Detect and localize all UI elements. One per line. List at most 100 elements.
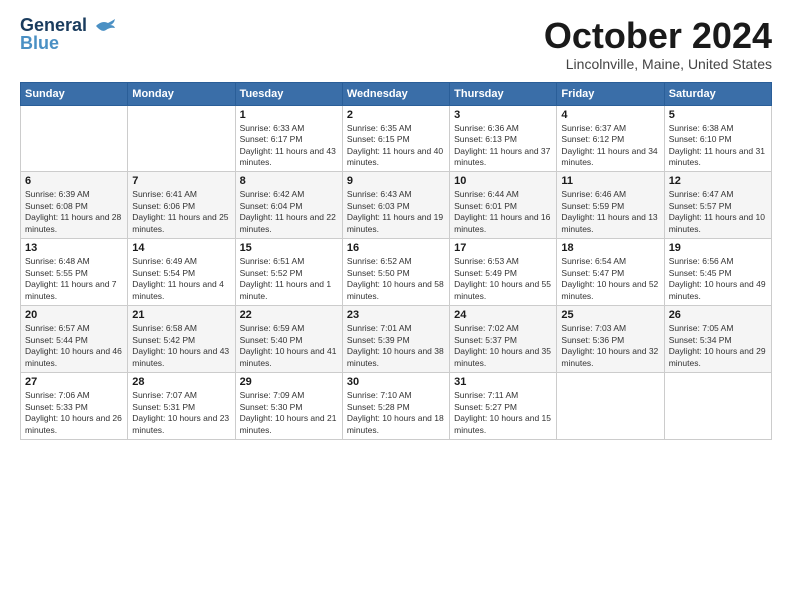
- calendar-body: 1Sunrise: 6:33 AM Sunset: 6:17 PM Daylig…: [21, 105, 772, 439]
- weekday-header-sunday: Sunday: [21, 82, 128, 105]
- calendar-cell: 20Sunrise: 6:57 AM Sunset: 5:44 PM Dayli…: [21, 306, 128, 373]
- day-number: 29: [240, 376, 338, 388]
- day-info: Sunrise: 6:49 AM Sunset: 5:54 PM Dayligh…: [132, 256, 230, 302]
- calendar-cell: 6 Sunrise: 6:39 AM Sunset: 6:08 PM Daylig…: [21, 172, 128, 239]
- weekday-header-tuesday: Tuesday: [235, 82, 342, 105]
- day-info: Sunrise: 6:44 AM Sunset: 6:01 PM Dayligh…: [454, 189, 552, 235]
- calendar-cell: 15 Sunrise: 6:51 AM Sunset: 5:52 PM Dayli…: [235, 239, 342, 306]
- week-row-2: 6 Sunrise: 6:39 AM Sunset: 6:08 PM Daylig…: [21, 172, 772, 239]
- day-number: 18: [561, 242, 659, 254]
- weekday-header-friday: Friday: [557, 82, 664, 105]
- day-info: Sunrise: 6:58 AM Sunset: 5:42 PM Dayligh…: [132, 323, 230, 369]
- calendar-cell: 4 Sunrise: 6:37 AM Sunset: 6:12 PM Daylig…: [557, 105, 664, 172]
- calendar-cell: 17 Sunrise: 6:53 AM Sunset: 5:49 PM Dayli…: [450, 239, 557, 306]
- day-number: 13: [25, 242, 123, 254]
- day-info: Sunrise: 7:11 AM Sunset: 5:27 PM Dayligh…: [454, 390, 552, 436]
- calendar-cell: 11 Sunrise: 6:46 AM Sunset: 5:59 PM Dayli…: [557, 172, 664, 239]
- calendar-cell: 19 Sunrise: 6:56 AM Sunset: 5:45 PM Dayli…: [664, 239, 771, 306]
- logo-bird-icon: [94, 18, 116, 34]
- day-number: 28: [132, 376, 230, 388]
- day-info: Sunrise: 6:54 AM Sunset: 5:47 PM Dayligh…: [561, 256, 659, 302]
- day-number: 20: [25, 309, 123, 321]
- day-number: 8: [240, 175, 338, 187]
- title-block: October 2024 Lincolnville, Maine, United…: [544, 16, 772, 72]
- calendar-cell: 30 Sunrise: 7:10 AM Sunset: 5:28 PM Dayli…: [342, 373, 449, 440]
- calendar-cell: 14Sunrise: 6:49 AM Sunset: 5:54 PM Dayli…: [128, 239, 235, 306]
- calendar-cell: 21Sunrise: 6:58 AM Sunset: 5:42 PM Dayli…: [128, 306, 235, 373]
- day-info: Sunrise: 6:47 AM Sunset: 5:57 PM Dayligh…: [669, 189, 767, 235]
- day-number: 7: [132, 175, 230, 187]
- calendar-cell: 25 Sunrise: 7:03 AM Sunset: 5:36 PM Dayli…: [557, 306, 664, 373]
- calendar-cell: 1Sunrise: 6:33 AM Sunset: 6:17 PM Daylig…: [235, 105, 342, 172]
- day-info: Sunrise: 7:10 AM Sunset: 5:28 PM Dayligh…: [347, 390, 445, 436]
- day-number: 26: [669, 309, 767, 321]
- week-row-1: 1Sunrise: 6:33 AM Sunset: 6:17 PM Daylig…: [21, 105, 772, 172]
- weekday-header-saturday: Saturday: [664, 82, 771, 105]
- calendar-cell: 23Sunrise: 7:01 AM Sunset: 5:39 PM Dayli…: [342, 306, 449, 373]
- calendar-cell: 27Sunrise: 7:06 AM Sunset: 5:33 PM Dayli…: [21, 373, 128, 440]
- weekday-header-wednesday: Wednesday: [342, 82, 449, 105]
- calendar-cell: [664, 373, 771, 440]
- day-info: Sunrise: 6:53 AM Sunset: 5:49 PM Dayligh…: [454, 256, 552, 302]
- week-row-5: 27Sunrise: 7:06 AM Sunset: 5:33 PM Dayli…: [21, 373, 772, 440]
- day-number: 15: [240, 242, 338, 254]
- day-info: Sunrise: 6:51 AM Sunset: 5:52 PM Dayligh…: [240, 256, 338, 302]
- calendar-cell: 13 Sunrise: 6:48 AM Sunset: 5:55 PM Dayli…: [21, 239, 128, 306]
- day-number: 6: [25, 175, 123, 187]
- weekday-header-monday: Monday: [128, 82, 235, 105]
- calendar-cell: 5 Sunrise: 6:38 AM Sunset: 6:10 PM Daylig…: [664, 105, 771, 172]
- day-number: 22: [240, 309, 338, 321]
- calendar-cell: 16Sunrise: 6:52 AM Sunset: 5:50 PM Dayli…: [342, 239, 449, 306]
- day-info: Sunrise: 7:09 AM Sunset: 5:30 PM Dayligh…: [240, 390, 338, 436]
- day-info: Sunrise: 6:42 AM Sunset: 6:04 PM Dayligh…: [240, 189, 338, 235]
- day-number: 12: [669, 175, 767, 187]
- day-info: Sunrise: 6:41 AM Sunset: 6:06 PM Dayligh…: [132, 189, 230, 235]
- day-info: Sunrise: 6:38 AM Sunset: 6:10 PM Dayligh…: [669, 123, 767, 169]
- day-number: 11: [561, 175, 659, 187]
- day-number: 19: [669, 242, 767, 254]
- day-info: Sunrise: 6:56 AM Sunset: 5:45 PM Dayligh…: [669, 256, 767, 302]
- calendar-cell: 8 Sunrise: 6:42 AM Sunset: 6:04 PM Daylig…: [235, 172, 342, 239]
- day-info: Sunrise: 6:52 AM Sunset: 5:50 PM Dayligh…: [347, 256, 445, 302]
- day-number: 25: [561, 309, 659, 321]
- calendar-cell: 12 Sunrise: 6:47 AM Sunset: 5:57 PM Dayli…: [664, 172, 771, 239]
- month-title: October 2024: [544, 16, 772, 56]
- calendar-cell: 28 Sunrise: 7:07 AM Sunset: 5:31 PM Dayli…: [128, 373, 235, 440]
- calendar-cell: 24Sunrise: 7:02 AM Sunset: 5:37 PM Dayli…: [450, 306, 557, 373]
- weekday-header-thursday: Thursday: [450, 82, 557, 105]
- day-number: 27: [25, 376, 123, 388]
- day-info: Sunrise: 6:59 AM Sunset: 5:40 PM Dayligh…: [240, 323, 338, 369]
- day-info: Sunrise: 6:46 AM Sunset: 5:59 PM Dayligh…: [561, 189, 659, 235]
- weekday-row: SundayMondayTuesdayWednesdayThursdayFrid…: [21, 82, 772, 105]
- day-info: Sunrise: 6:39 AM Sunset: 6:08 PM Dayligh…: [25, 189, 123, 235]
- day-info: Sunrise: 6:37 AM Sunset: 6:12 PM Dayligh…: [561, 123, 659, 169]
- calendar-cell: 2Sunrise: 6:35 AM Sunset: 6:15 PM Daylig…: [342, 105, 449, 172]
- location: Lincolnville, Maine, United States: [544, 56, 772, 72]
- logo: General Blue: [20, 16, 116, 54]
- calendar-cell: 22 Sunrise: 6:59 AM Sunset: 5:40 PM Dayli…: [235, 306, 342, 373]
- day-number: 30: [347, 376, 445, 388]
- week-row-4: 20Sunrise: 6:57 AM Sunset: 5:44 PM Dayli…: [21, 306, 772, 373]
- day-number: 4: [561, 109, 659, 121]
- calendar-cell: [128, 105, 235, 172]
- day-info: Sunrise: 7:07 AM Sunset: 5:31 PM Dayligh…: [132, 390, 230, 436]
- calendar-cell: [21, 105, 128, 172]
- day-number: 5: [669, 109, 767, 121]
- calendar-cell: 7 Sunrise: 6:41 AM Sunset: 6:06 PM Daylig…: [128, 172, 235, 239]
- calendar-header: SundayMondayTuesdayWednesdayThursdayFrid…: [21, 82, 772, 105]
- day-number: 17: [454, 242, 552, 254]
- day-info: Sunrise: 7:03 AM Sunset: 5:36 PM Dayligh…: [561, 323, 659, 369]
- day-info: Sunrise: 7:05 AM Sunset: 5:34 PM Dayligh…: [669, 323, 767, 369]
- calendar-cell: 26 Sunrise: 7:05 AM Sunset: 5:34 PM Dayli…: [664, 306, 771, 373]
- day-info: Sunrise: 6:48 AM Sunset: 5:55 PM Dayligh…: [25, 256, 123, 302]
- logo-blue: Blue: [20, 34, 59, 54]
- calendar-table: SundayMondayTuesdayWednesdayThursdayFrid…: [20, 82, 772, 440]
- day-number: 9: [347, 175, 445, 187]
- day-number: 24: [454, 309, 552, 321]
- calendar-cell: [557, 373, 664, 440]
- calendar-cell: 18 Sunrise: 6:54 AM Sunset: 5:47 PM Dayli…: [557, 239, 664, 306]
- day-number: 1: [240, 109, 338, 121]
- calendar-cell: 29 Sunrise: 7:09 AM Sunset: 5:30 PM Dayli…: [235, 373, 342, 440]
- calendar-cell: 31Sunrise: 7:11 AM Sunset: 5:27 PM Dayli…: [450, 373, 557, 440]
- day-info: Sunrise: 7:01 AM Sunset: 5:39 PM Dayligh…: [347, 323, 445, 369]
